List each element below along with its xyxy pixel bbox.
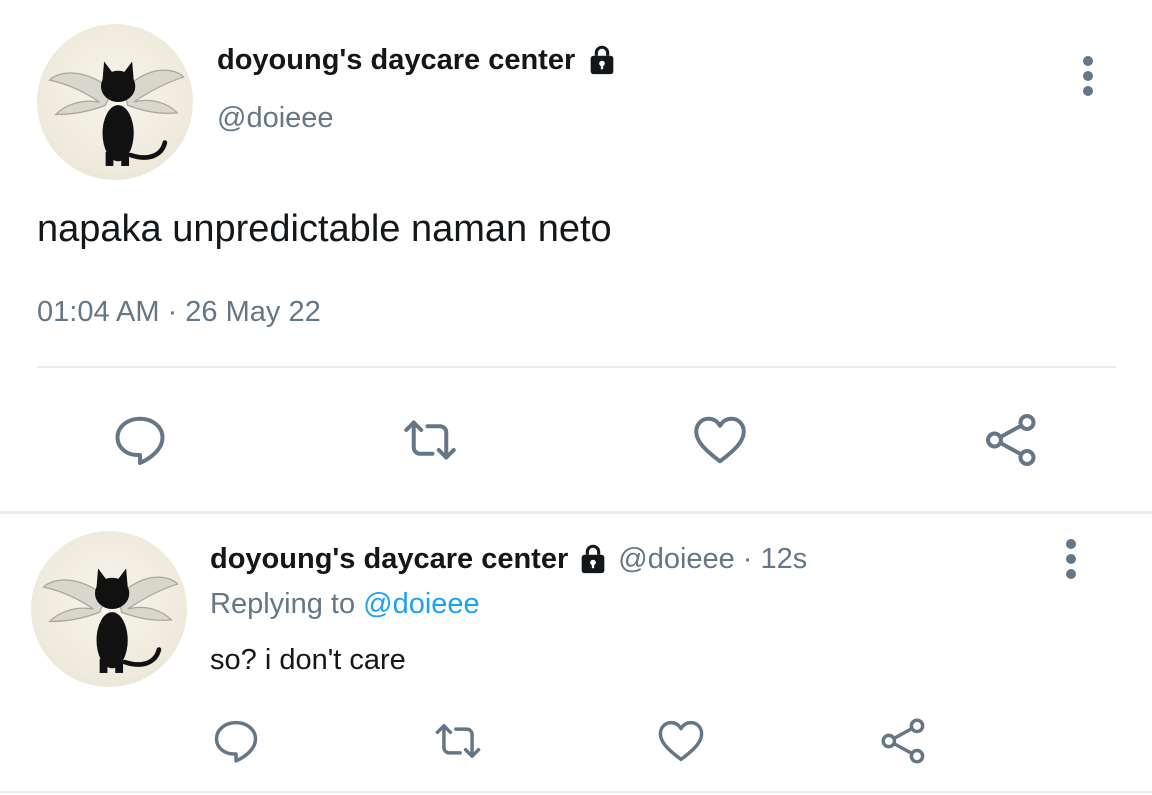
heart-icon[interactable] [690, 410, 750, 470]
main-handle[interactable]: @doieee [217, 102, 334, 135]
reply-age[interactable]: 12s [760, 543, 807, 576]
share-icon[interactable] [982, 410, 1042, 470]
replying-to-line: Replying to @doieee [210, 588, 480, 621]
fairy-cat-image [42, 568, 179, 673]
main-avatar[interactable] [37, 24, 193, 180]
retweet-icon[interactable] [400, 410, 460, 470]
reply-avatar[interactable] [31, 531, 187, 687]
divider [37, 366, 1116, 368]
more-vertical-icon[interactable] [1076, 54, 1100, 98]
section-separator [0, 511, 1152, 514]
reply-tweet-text: so? i don't care [210, 644, 406, 676]
reply-handle[interactable]: @doieee [618, 543, 735, 576]
more-vertical-icon[interactable] [1059, 537, 1083, 581]
heart-icon[interactable] [655, 715, 707, 767]
divider [0, 791, 1152, 793]
reply-display-name[interactable]: doyoung's daycare center [210, 543, 568, 576]
reply-bubble-icon[interactable] [210, 715, 262, 767]
replying-prefix: Replying to [210, 588, 356, 620]
fairy-cat-image [48, 61, 185, 166]
share-icon[interactable] [878, 715, 930, 767]
main-timestamp[interactable]: 01:04 AM · 26 May 22 [37, 296, 321, 329]
reply-bubble-icon[interactable] [110, 410, 170, 470]
replying-mention-link[interactable]: @doieee [363, 588, 480, 620]
separator-dot: · [742, 542, 753, 575]
main-display-name-row: doyoung's daycare center [217, 43, 619, 77]
lock-icon [585, 43, 619, 77]
main-display-name[interactable]: doyoung's daycare center [217, 44, 575, 77]
reply-header: doyoung's daycare center @doieee · 12s [210, 542, 807, 576]
main-tweet-text: napaka unpredictable naman neto [37, 208, 612, 250]
lock-icon [576, 542, 610, 576]
retweet-icon[interactable] [432, 715, 484, 767]
